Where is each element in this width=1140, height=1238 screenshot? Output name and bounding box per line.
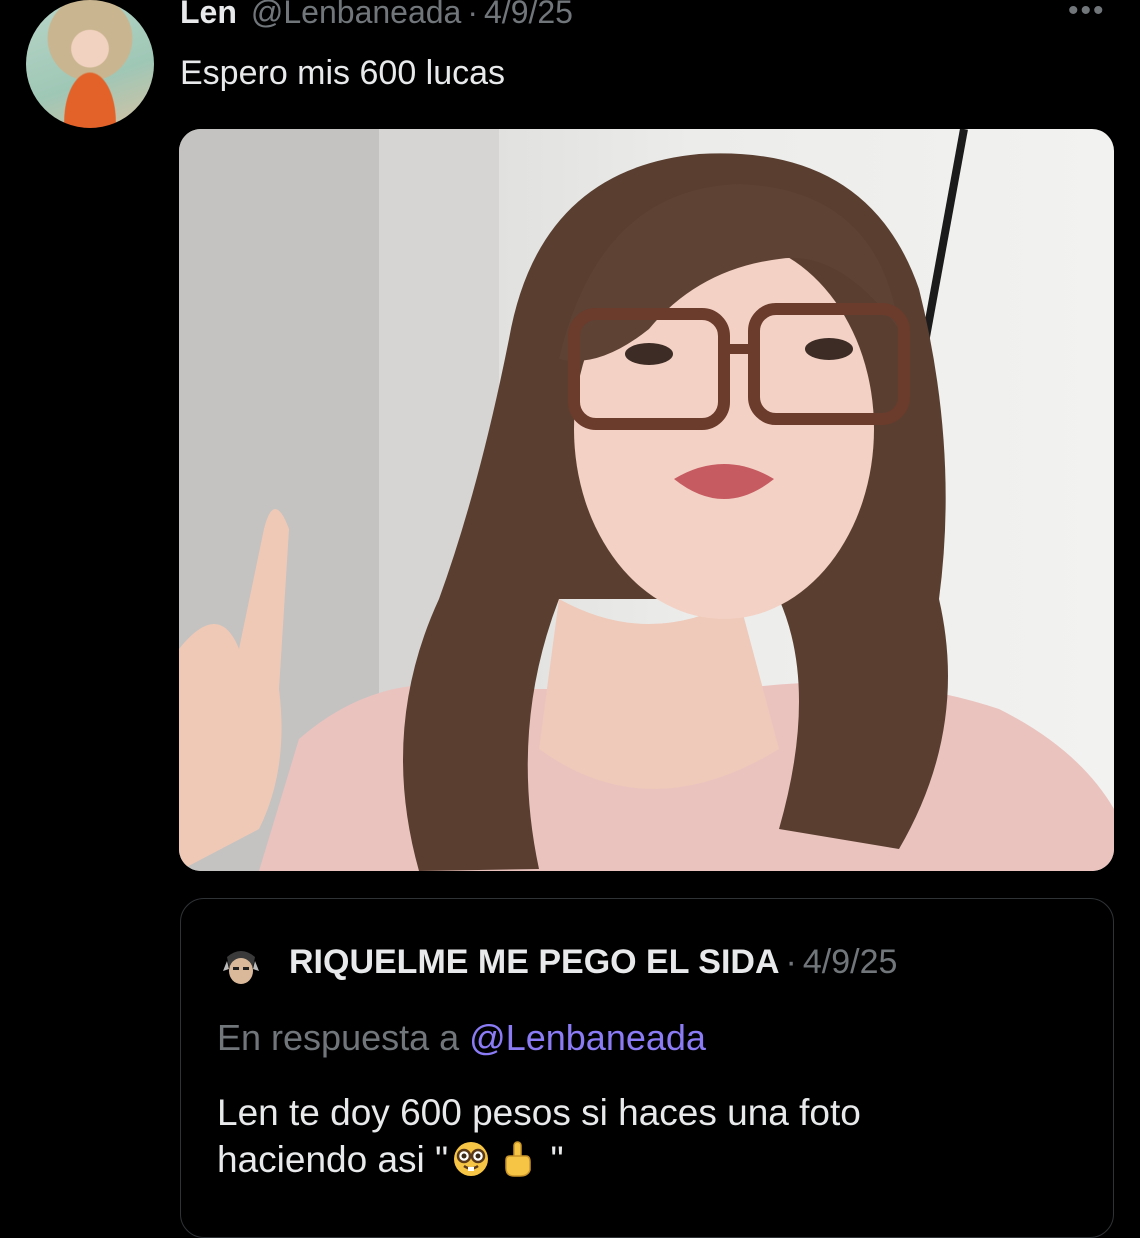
header-separator: · (467, 0, 478, 30)
author-name[interactable]: Len (180, 0, 237, 31)
quote-body-line-2: haciendo asi " " (217, 1136, 1077, 1183)
reply-prefix: En respuesta a (217, 1017, 460, 1058)
quote-body: Len te doy 600 pesos si haces una foto h… (217, 1089, 1077, 1183)
nerd-face-emoji (454, 1142, 489, 1176)
reply-mention-link[interactable]: @Lenbaneada (469, 1017, 706, 1058)
quote-body-line-2-suffix: " (540, 1139, 564, 1180)
index-pointing-up-emoji (505, 1141, 531, 1177)
author-handle[interactable]: @Lenbaneada (251, 0, 461, 31)
quote-author-name[interactable]: RIQUELME ME PEGO EL SIDA (289, 943, 780, 982)
quote-header-separator: · (785, 943, 797, 981)
ellipsis-icon[interactable]: ••• (1068, 0, 1106, 28)
reply-context: En respuesta a @Lenbaneada (217, 1017, 706, 1059)
quote-body-line-2-prefix: haciendo asi " (217, 1139, 449, 1180)
author-avatar[interactable] (26, 0, 154, 128)
quote-header: RIQUELME ME PEGO EL SIDA · 4/9/25 (289, 943, 897, 982)
quoted-tweet[interactable]: RIQUELME ME PEGO EL SIDA · 4/9/25 En res… (180, 898, 1114, 1238)
quote-author-avatar[interactable] (221, 947, 261, 987)
quote-date[interactable]: 4/9/25 (803, 943, 898, 982)
photo-illustration (179, 129, 1114, 871)
tweet-media-photo[interactable] (179, 129, 1114, 871)
tweet-text: Espero mis 600 lucas (180, 54, 506, 92)
tweet-header: Len @Lenbaneada · 4/9/25 (180, 0, 573, 38)
tweet-date[interactable]: 4/9/25 (484, 0, 573, 31)
quote-body-line-1: Len te doy 600 pesos si haces una foto (217, 1092, 861, 1133)
